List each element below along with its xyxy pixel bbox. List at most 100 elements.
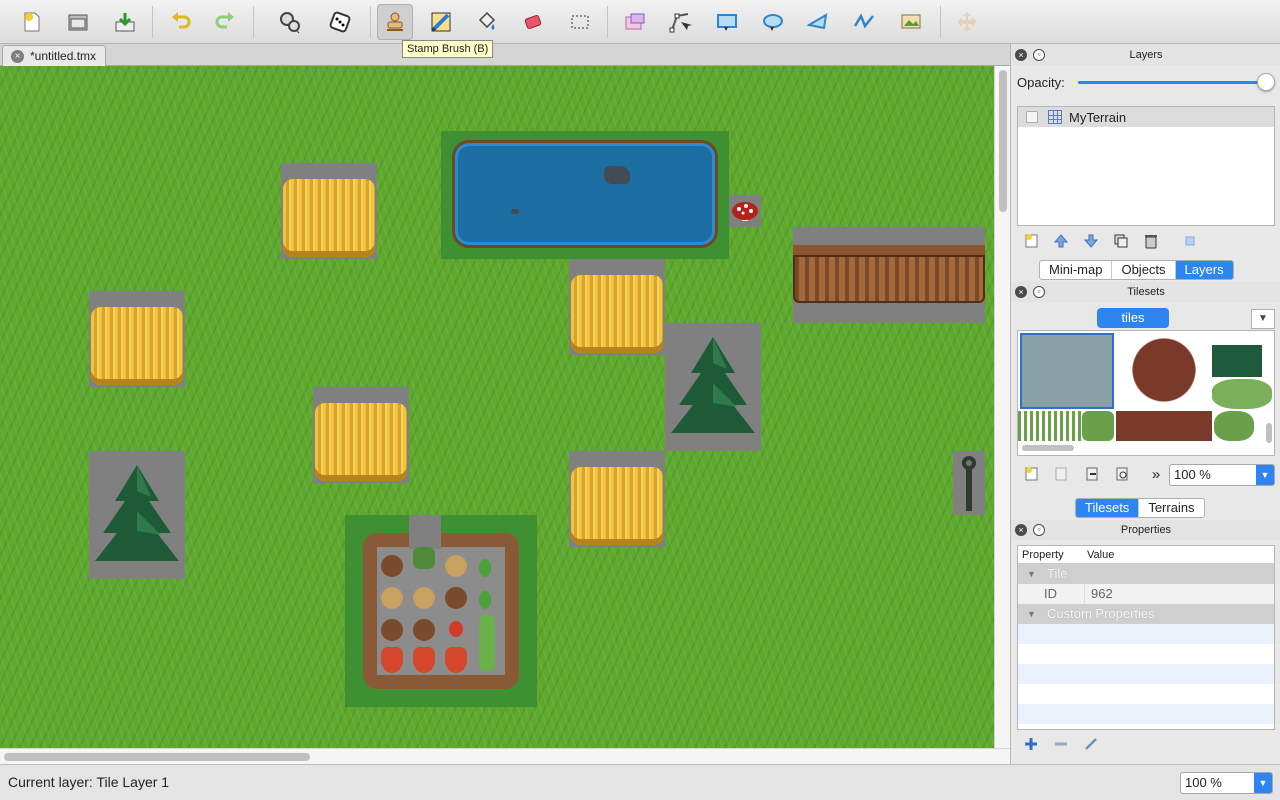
insert-polyline-icon[interactable] (846, 4, 882, 40)
tooltip: Stamp Brush (B) (402, 40, 494, 58)
insert-ellipse-icon[interactable] (755, 4, 791, 40)
hay-bale-tile (89, 291, 185, 387)
insert-polygon-icon[interactable] (800, 4, 836, 40)
horizontal-scrollbar[interactable] (0, 748, 1010, 764)
dock-tabs: Mini-map Objects Layers (1039, 260, 1234, 280)
properties-panel-title: Properties (1120, 524, 1172, 536)
property-value[interactable]: 962 (1084, 584, 1113, 604)
hay-bale-tile (281, 163, 377, 259)
layer-list: MyTerrain (1017, 106, 1275, 226)
open-icon[interactable] (60, 4, 96, 40)
edit-tileset-icon[interactable] (1111, 463, 1133, 485)
undo-icon[interactable] (163, 4, 199, 40)
random-mode-icon[interactable] (322, 4, 358, 40)
close-panel-icon[interactable]: × (1015, 524, 1027, 536)
vegetable-garden-tile (345, 515, 537, 707)
raise-layer-icon[interactable] (1050, 230, 1072, 252)
stamp-brush-icon[interactable] (377, 4, 413, 40)
right-dock: × ▫ Layers Opacity: MyTerrain Mini-map O… (1010, 44, 1280, 764)
document-tabbar: × *untitled.tmx (0, 44, 1010, 66)
opacity-label: Opacity: (1017, 75, 1065, 90)
float-panel-icon[interactable]: ▫ (1033, 49, 1045, 61)
export-tileset-icon[interactable] (1081, 463, 1103, 485)
map-zoom-value: 100 % (1185, 775, 1222, 790)
property-group-tile[interactable]: ▼ Tile (1018, 564, 1274, 584)
commands-icon[interactable] (272, 4, 308, 40)
layer-properties-icon[interactable] (1179, 230, 1201, 252)
status-bar: Current layer: Tile Layer 1 100 % ▼ (0, 764, 1280, 800)
selected-tile[interactable] (1020, 333, 1114, 409)
lamp-post-tile (953, 451, 985, 515)
tileset-zoom-combo[interactable]: 100 % ▼ (1169, 464, 1275, 486)
layers-panel-title: Layers (1129, 49, 1163, 61)
vertical-scrollbar[interactable] (994, 66, 1010, 748)
eraser-icon[interactable] (515, 4, 551, 40)
add-property-icon[interactable] (1020, 733, 1042, 755)
document-tab-label: *untitled.tmx (30, 49, 97, 63)
redo-icon[interactable] (207, 4, 243, 40)
edit-polygons-icon[interactable] (662, 4, 698, 40)
float-panel-icon[interactable]: ▫ (1033, 286, 1045, 298)
map-canvas[interactable] (0, 66, 994, 748)
layer-name: MyTerrain (1069, 109, 1127, 125)
tab-objects[interactable]: Objects (1112, 261, 1176, 279)
tilesets-panel-header: × ▫ Tilesets (1011, 282, 1280, 302)
new-tileset-icon[interactable] (1021, 463, 1043, 485)
layers-panel-header: × ▫ Layers (1011, 45, 1280, 65)
new-layer-icon[interactable] (1021, 230, 1043, 252)
tab-layers[interactable]: Layers (1175, 261, 1233, 279)
document-tab[interactable]: × *untitled.tmx (2, 45, 106, 66)
chevron-down-icon[interactable]: ▼ (1256, 465, 1274, 485)
close-panel-icon[interactable]: × (1015, 49, 1027, 61)
save-icon[interactable] (107, 4, 143, 40)
tileset-menu-button[interactable]: ▼ (1251, 309, 1275, 329)
tab-mini-map[interactable]: Mini-map (1040, 261, 1113, 279)
collapse-triangle-icon[interactable]: ▼ (1027, 564, 1036, 584)
remove-property-icon[interactable] (1050, 733, 1072, 755)
opacity-slider-handle[interactable] (1257, 73, 1275, 91)
delete-layer-icon[interactable] (1140, 230, 1162, 252)
opacity-slider[interactable] (1078, 81, 1268, 84)
hay-bale-tile (313, 387, 409, 483)
tileset-hscroll[interactable] (1022, 445, 1074, 451)
current-layer-status: Current layer: Tile Layer 1 (8, 774, 170, 790)
tileset-vscroll[interactable] (1266, 423, 1272, 443)
hay-bale-tile (569, 451, 665, 547)
properties-table-header: Property Value (1018, 546, 1274, 564)
rectangular-select-icon[interactable] (562, 4, 598, 40)
property-row[interactable]: ID 962 (1018, 584, 1274, 604)
select-objects-icon[interactable] (617, 4, 653, 40)
rename-property-icon[interactable] (1080, 733, 1102, 755)
pine-tree-tile (665, 323, 761, 451)
chevron-down-icon[interactable]: ▼ (1254, 773, 1272, 793)
insert-rectangle-icon[interactable] (709, 4, 745, 40)
tile-layer-icon (1048, 110, 1062, 124)
close-panel-icon[interactable]: × (1015, 286, 1027, 298)
layer-row[interactable]: MyTerrain (1018, 107, 1274, 127)
insert-template-icon[interactable] (949, 4, 985, 40)
float-panel-icon[interactable]: ▫ (1033, 524, 1045, 536)
column-value: Value (1087, 549, 1115, 561)
terrain-brush-icon[interactable] (423, 4, 459, 40)
hay-bale-tile (569, 259, 665, 355)
properties-panel-header: × ▫ Properties (1011, 520, 1280, 540)
close-tab-icon[interactable]: × (11, 49, 24, 63)
column-property: Property (1022, 549, 1064, 561)
insert-tile-icon[interactable] (893, 4, 929, 40)
import-tileset-icon[interactable] (1050, 463, 1072, 485)
collapse-triangle-icon[interactable]: ▼ (1027, 604, 1036, 624)
tileset-tab-tiles[interactable]: tiles (1097, 308, 1169, 328)
map-zoom-combo[interactable]: 100 % ▼ (1180, 772, 1273, 794)
new-map-icon[interactable] (14, 4, 50, 40)
more-tools-icon[interactable]: » (1145, 463, 1167, 485)
layer-visibility-checkbox[interactable] (1026, 111, 1038, 123)
tab-tilesets[interactable]: Tilesets (1076, 499, 1140, 517)
property-group-custom[interactable]: ▼ Custom Properties (1018, 604, 1274, 624)
bucket-fill-icon[interactable] (469, 4, 505, 40)
tilesets-panel-title: Tilesets (1127, 286, 1165, 298)
tab-terrains[interactable]: Terrains (1139, 499, 1203, 517)
pond-tile (441, 131, 729, 259)
lower-layer-icon[interactable] (1080, 230, 1102, 252)
tileset-view[interactable] (1017, 330, 1275, 456)
duplicate-layer-icon[interactable] (1110, 230, 1132, 252)
